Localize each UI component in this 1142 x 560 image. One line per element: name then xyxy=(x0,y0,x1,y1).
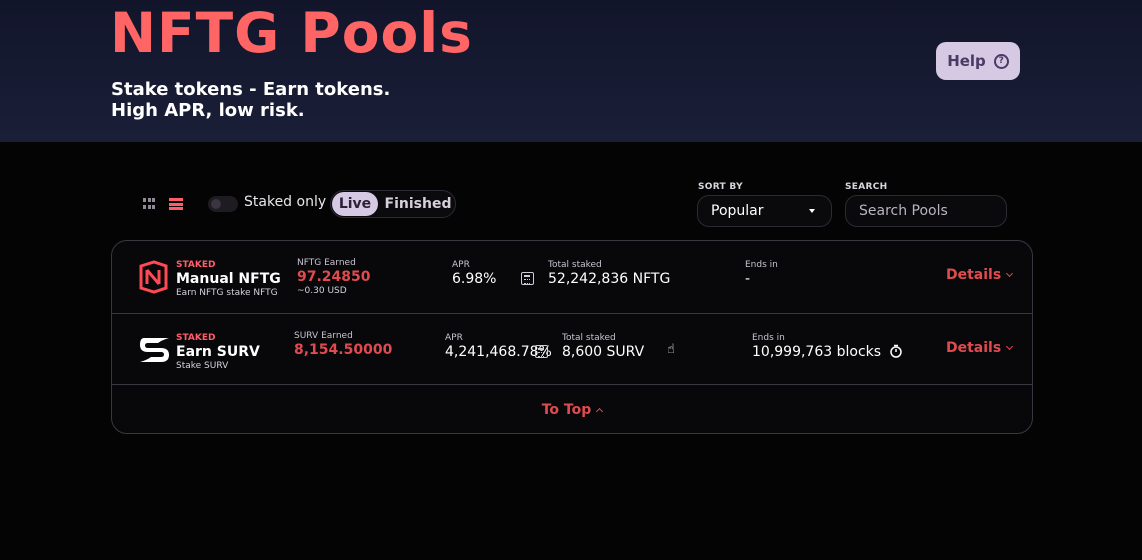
earned-value: 8,154.50000 xyxy=(294,342,393,358)
tab-live[interactable]: Live xyxy=(332,192,378,216)
live-finished-tabs: Live Finished xyxy=(330,190,456,218)
page-title: NFTG Pools xyxy=(110,1,473,65)
earned-value: 97.24850 xyxy=(297,269,371,285)
staked-tag: STAKED xyxy=(176,260,216,270)
details-label: Details xyxy=(946,267,1002,283)
ends-in-cell: Ends in - xyxy=(745,260,778,288)
pool-info: STAKED Earn SURV Stake SURV xyxy=(176,333,260,372)
calculator-icon[interactable] xyxy=(535,345,548,358)
total-staked-cell: Total staked 52,242,836 NFTG xyxy=(548,260,670,288)
details-label: Details xyxy=(946,340,1002,356)
apr-value: 6.98% xyxy=(452,271,497,287)
ends-in-cell: Ends in 10,999,763 blocks xyxy=(752,333,903,361)
details-button[interactable]: Details xyxy=(946,340,1014,356)
total-staked-label: Total staked xyxy=(548,260,602,270)
search-input[interactable] xyxy=(845,195,1007,227)
sort-select[interactable]: Popular xyxy=(697,195,832,227)
caret-down-icon xyxy=(809,209,815,213)
pool-row-manual-nftg[interactable]: STAKED Manual NFTG Earn NFTG stake NFTG … xyxy=(112,241,1032,313)
total-staked-value: 52,242,836 NFTG xyxy=(548,271,671,287)
total-staked-label: Total staked xyxy=(562,333,616,343)
ends-in-label: Ends in xyxy=(752,333,785,343)
earned-cell: NFTG Earned 97.24850 ~0.30 USD xyxy=(297,258,371,297)
help-button-label: Help xyxy=(947,52,986,70)
ends-in-value: 10,999,763 blocks xyxy=(752,344,903,361)
pool-desc: Earn NFTG stake NFTG xyxy=(176,288,278,298)
sort-select-value: Popular xyxy=(711,203,764,219)
tab-finished[interactable]: Finished xyxy=(381,192,455,216)
subtitle-line-1: Stake tokens - Earn tokens. xyxy=(111,79,391,100)
question-circle-icon: ? xyxy=(993,53,1009,69)
details-button[interactable]: Details xyxy=(946,267,1014,283)
total-staked-value: 8,600 SURV xyxy=(562,344,645,360)
timer-icon xyxy=(889,344,902,358)
subtitle-line-2: High APR, low risk. xyxy=(111,100,305,121)
pool-name: Manual NFTG xyxy=(176,271,281,287)
staked-only-label: Staked only xyxy=(244,194,327,210)
search-label: SEARCH xyxy=(845,182,888,192)
chevron-down-icon xyxy=(1006,269,1014,278)
ends-in-label: Ends in xyxy=(745,260,778,270)
earned-cell: SURV Earned 8,154.50000 xyxy=(294,331,392,359)
staked-tag: STAKED xyxy=(176,333,216,343)
chevron-down-icon xyxy=(1006,342,1014,351)
help-button[interactable]: Help ? xyxy=(936,42,1020,80)
hero-banner: NFTG Pools Stake tokens - Earn tokens. H… xyxy=(0,0,1142,142)
earned-label: NFTG Earned xyxy=(297,258,356,268)
surv-logo-icon xyxy=(140,338,169,362)
pool-name: Earn SURV xyxy=(176,344,260,360)
earned-usd: ~0.30 USD xyxy=(297,286,347,296)
to-top-label: To Top xyxy=(541,402,592,418)
to-top-button[interactable]: To Top xyxy=(112,386,1032,433)
apr-cell: APR 6.98% xyxy=(452,260,496,288)
list-view-icon[interactable] xyxy=(169,198,183,210)
apr-label: APR xyxy=(452,260,470,270)
pool-info: STAKED Manual NFTG Earn NFTG stake NFTG xyxy=(176,260,281,299)
hand-cursor-icon: ☝ xyxy=(667,342,675,357)
calculator-icon[interactable] xyxy=(521,272,534,285)
staked-only-toggle[interactable] xyxy=(208,196,238,212)
apr-label: APR xyxy=(445,333,463,343)
total-staked-cell: Total staked 8,600 SURV xyxy=(562,333,644,361)
grid-view-icon[interactable] xyxy=(143,198,157,210)
page-subtitle: Stake tokens - Earn tokens. High APR, lo… xyxy=(111,79,390,121)
ends-in-value: - xyxy=(745,271,751,287)
ends-in-value-text: 10,999,763 blocks xyxy=(752,344,882,360)
pool-desc: Stake SURV xyxy=(176,361,229,371)
earned-label: SURV Earned xyxy=(294,331,353,341)
pool-row-earn-surv[interactable]: STAKED Earn SURV Stake SURV SURV Earned … xyxy=(112,313,1032,385)
toggle-knob xyxy=(211,199,221,209)
sort-by-label: SORT BY xyxy=(698,182,743,192)
nftg-logo-icon xyxy=(139,260,168,294)
chevron-up-icon xyxy=(596,407,604,415)
pool-list: STAKED Manual NFTG Earn NFTG stake NFTG … xyxy=(111,240,1033,434)
